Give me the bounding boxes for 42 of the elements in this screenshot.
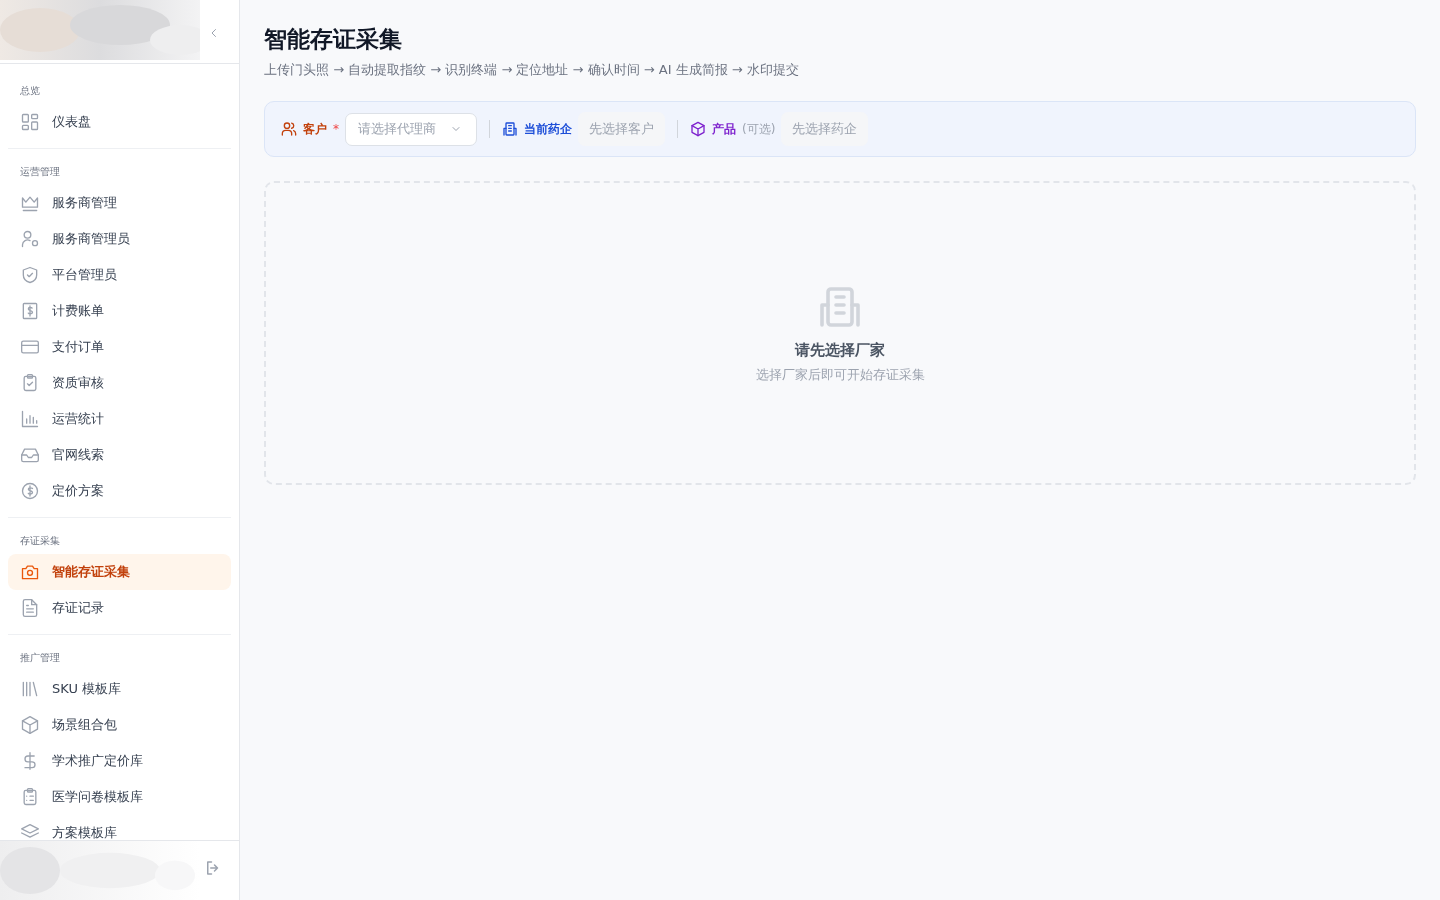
- section-label: 运营管理: [19, 165, 61, 179]
- page-title: 智能存证采集: [264, 25, 403, 54]
- required-mark: *: [333, 122, 339, 136]
- grid-icon: [20, 112, 40, 132]
- dollar-circle-icon: [20, 481, 40, 501]
- users-icon: [281, 121, 297, 137]
- nav-item[interactable]: 平台管理员: [8, 257, 231, 293]
- building-icon: [502, 121, 518, 137]
- nav-item[interactable]: 仪表盘: [8, 104, 231, 140]
- nav-item[interactable]: 计费账单: [8, 293, 231, 329]
- nav-item[interactable]: 定价方案: [8, 473, 231, 509]
- nav-item[interactable]: 服务商管理: [8, 185, 231, 221]
- company-label: 当前药企: [524, 120, 572, 138]
- product-label: 产品: [712, 120, 736, 138]
- empty-hint: 选择厂家后即可开始存证采集: [755, 365, 925, 384]
- section-label: 存证采集: [19, 534, 61, 548]
- nav-item[interactable]: 支付订单: [8, 329, 231, 365]
- section-label: 推广管理: [19, 651, 61, 665]
- bar-chart-icon: [20, 409, 40, 429]
- section-label: 总览: [19, 84, 41, 98]
- page-subtitle: 上传门头照 → 自动提取指纹 → 识别终端 → 定位地址 → 确认时间 → AI 生成简报 → 水印提交: [264, 61, 800, 79]
- nav-item[interactable]: 智能存证采集: [8, 554, 231, 590]
- nav-item[interactable]: 医学问卷模板库: [8, 779, 231, 815]
- cube-icon: [690, 121, 706, 137]
- nav-item[interactable]: 方案模板库: [8, 815, 231, 840]
- nav-item[interactable]: SKU 模板库: [8, 671, 231, 707]
- nav-item[interactable]: 运营统计: [8, 401, 231, 437]
- empty-title: 请先选择厂家: [795, 340, 885, 360]
- document-icon: [20, 598, 40, 618]
- nav-item[interactable]: 存证记录: [8, 590, 231, 626]
- nav-item[interactable]: 资质审核: [8, 365, 231, 401]
- cube-icon: [20, 715, 40, 735]
- nav-item[interactable]: 学术推广定价库: [8, 743, 231, 779]
- nav-item[interactable]: 场景组合包: [8, 707, 231, 743]
- customer-label: 客户: [303, 120, 327, 138]
- shield-check-icon: [20, 265, 40, 285]
- dollar-receipt-icon: [20, 301, 40, 321]
- nav-item[interactable]: 服务商管理员: [8, 221, 231, 257]
- layers-icon: [20, 823, 40, 840]
- books-icon: [20, 679, 40, 699]
- optional-note: (可选): [742, 120, 776, 138]
- nav-item[interactable]: 官网线索: [8, 437, 231, 473]
